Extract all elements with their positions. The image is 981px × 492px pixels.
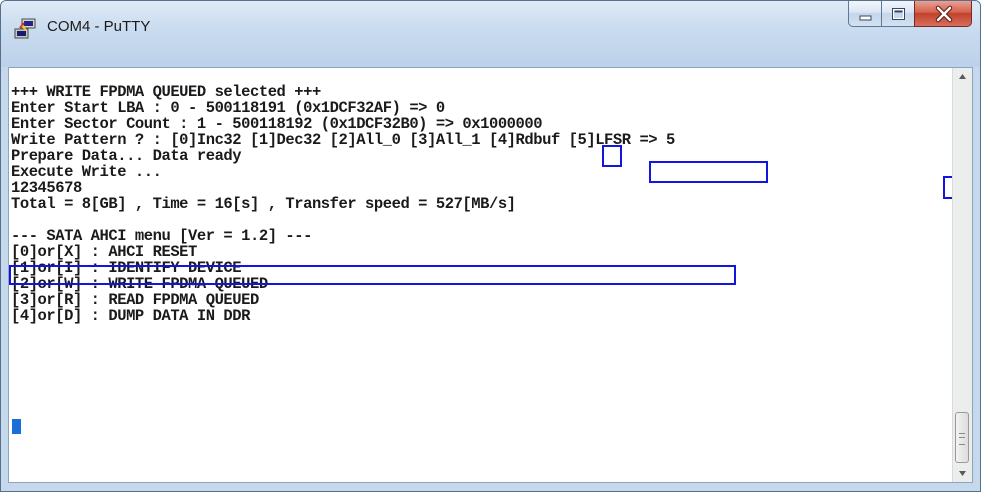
scroll-up-arrow-icon[interactable] xyxy=(953,68,972,85)
sector-count-input-highlight xyxy=(649,161,768,183)
write-pattern-input-highlight xyxy=(943,176,952,199)
maximize-button[interactable] xyxy=(881,1,914,27)
putty-icon[interactable] xyxy=(13,16,37,40)
scrollbar-thumb[interactable] xyxy=(955,412,969,463)
terminal-frame: +++ WRITE FPDMA QUEUED selected +++ Ente… xyxy=(8,67,973,483)
scrollbar-grip-icon xyxy=(959,433,965,445)
maximize-icon xyxy=(892,8,905,20)
close-button[interactable] xyxy=(914,1,972,27)
terminal-line: Write Pattern ? : [0]Inc32 [1]Dec32 [2]A… xyxy=(11,131,675,149)
terminal-line: [4]or[D] : DUMP DATA IN DDR xyxy=(11,307,250,325)
terminal-cursor xyxy=(12,419,21,434)
terminal-line: +++ WRITE FPDMA QUEUED selected +++ xyxy=(11,83,321,101)
vertical-scrollbar[interactable] xyxy=(952,68,972,482)
scroll-down-arrow-icon[interactable] xyxy=(953,465,972,482)
terminal-line: [0]or[X] : AHCI RESET xyxy=(11,243,197,261)
terminal-output[interactable]: +++ WRITE FPDMA QUEUED selected +++ Ente… xyxy=(9,68,952,482)
terminal-line: Total = 8[GB] , Time = 16[s] , Transfer … xyxy=(11,195,516,213)
putty-window: COM4 - PuTTY +++ WRITE FPDMA QUEUED sele… xyxy=(0,0,981,492)
terminal-line: --- SATA AHCI menu [Ver = 1.2] --- xyxy=(11,227,312,245)
terminal-line: Enter Sector Count : 1 - 500118192 (0x1D… xyxy=(11,115,543,133)
start-lba-input-highlight xyxy=(602,145,622,167)
close-icon xyxy=(935,5,953,23)
terminal-line: Enter Start LBA : 0 - 500118191 (0x1DCF3… xyxy=(11,99,445,117)
minimize-button[interactable] xyxy=(848,1,881,27)
caption-buttons xyxy=(848,1,972,29)
window-title: COM4 - PuTTY xyxy=(47,18,151,35)
terminal-line: Execute Write ... xyxy=(11,163,162,181)
terminal-line: 12345678 xyxy=(11,179,82,197)
terminal-line: [3]or[R] : READ FPDMA QUEUED xyxy=(11,291,259,309)
transfer-result-highlight xyxy=(9,265,736,285)
title-bar[interactable]: COM4 - PuTTY xyxy=(1,1,980,67)
terminal-line: Prepare Data... Data ready xyxy=(11,147,242,165)
minimize-icon xyxy=(859,15,872,21)
